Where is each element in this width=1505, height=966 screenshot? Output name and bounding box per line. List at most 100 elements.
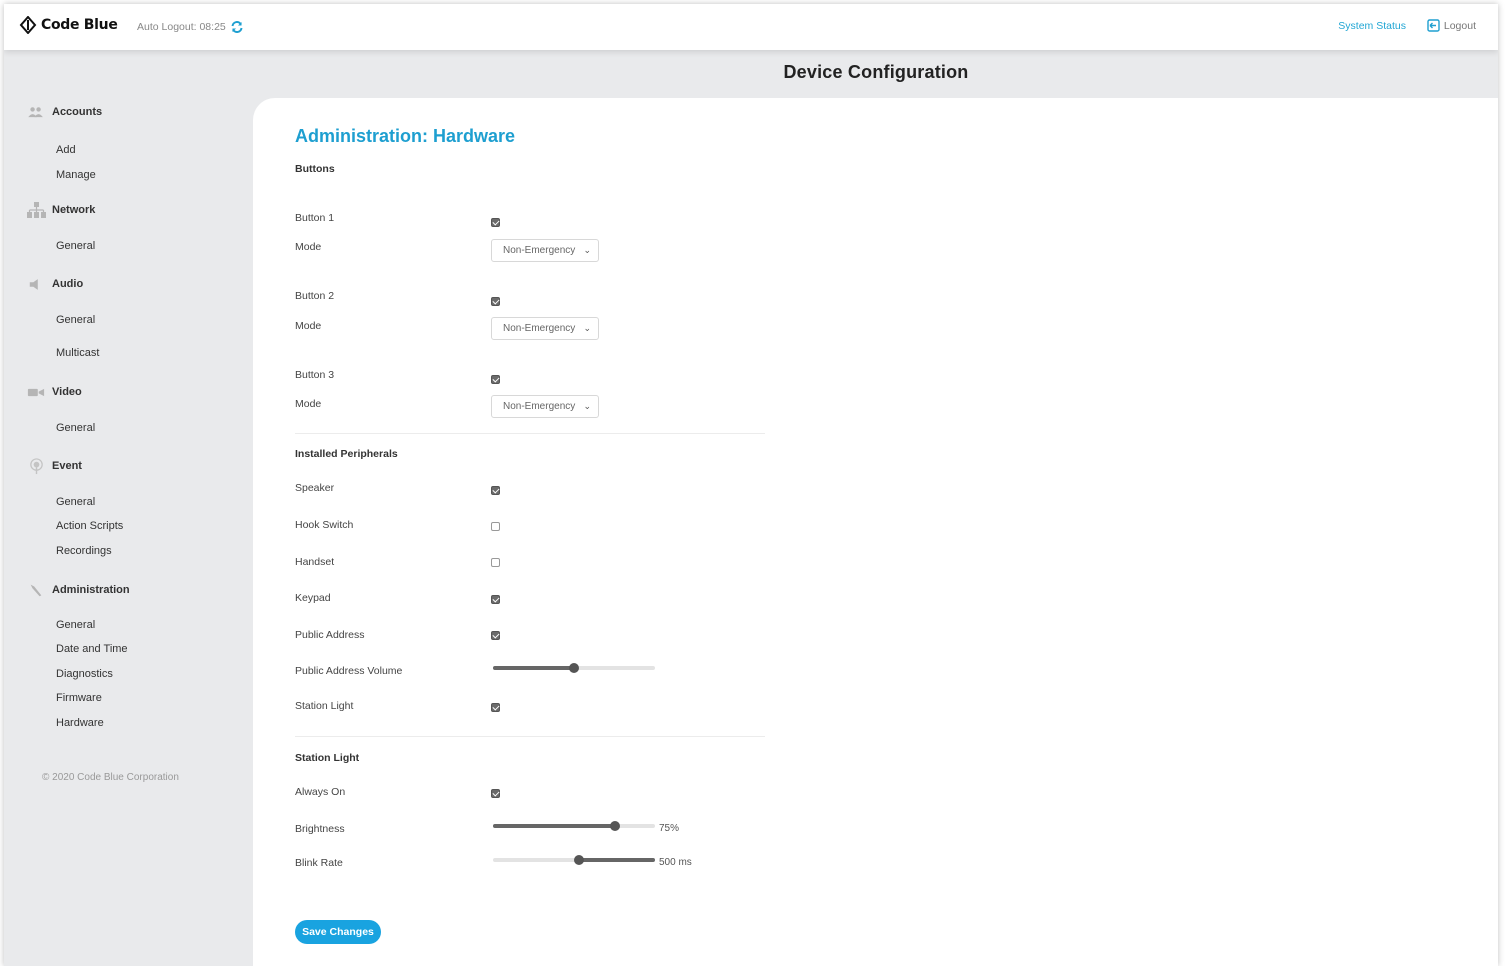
sidebar-section-label: Event <box>52 460 82 472</box>
brightness-label: Brightness <box>295 823 345 835</box>
sidebar-item-accounts-manage[interactable]: Manage <box>56 169 96 181</box>
blink-rate-label: Blink Rate <box>295 857 343 869</box>
button-3-checkbox[interactable] <box>491 375 500 384</box>
sidebar-item-admin-hardware[interactable]: Hardware <box>56 717 104 729</box>
sidebar-item-video-general[interactable]: General <box>56 422 95 434</box>
camera-icon <box>26 384 46 400</box>
button-3-mode-label: Mode <box>295 398 322 410</box>
always-on-checkbox[interactable] <box>491 789 500 798</box>
select-value: Non-Emergency <box>503 323 576 334</box>
sidebar-item-audio-multicast[interactable]: Multicast <box>56 347 99 359</box>
brightness-slider[interactable] <box>493 821 655 831</box>
button-3-label: Button 3 <box>295 369 335 381</box>
slider-thumb[interactable] <box>573 855 584 865</box>
button-1-mode-select[interactable]: Non-Emergency ⌄ <box>491 239 599 262</box>
sidebar-item-network-general[interactable]: General <box>56 240 95 252</box>
sidebar-section-label: Network <box>52 204 96 216</box>
always-on-label: Always On <box>295 786 346 798</box>
button-1-mode-label: Mode <box>295 241 322 253</box>
refresh-icon[interactable] <box>230 20 244 34</box>
station-light-group-title: Station Light <box>295 752 360 764</box>
divider <box>295 433 765 434</box>
sidebar-item-admin-general[interactable]: General <box>56 619 95 631</box>
blink-rate-slider[interactable] <box>493 855 655 865</box>
button-2-mode-select[interactable]: Non-Emergency ⌄ <box>491 317 599 340</box>
logout-label: Logout <box>1443 19 1476 32</box>
slider-thumb[interactable] <box>569 663 579 673</box>
sidebar-section-accounts[interactable]: Accounts <box>26 104 102 120</box>
top-bar: Code Blue Auto Logout: 08:25 System Stat… <box>4 4 1498 50</box>
select-value: Non-Emergency <box>503 401 576 412</box>
wrench-icon <box>26 582 46 598</box>
hook-switch-checkbox[interactable] <box>491 522 500 531</box>
chevron-down-icon: ⌄ <box>583 323 591 333</box>
divider <box>295 736 765 737</box>
network-icon <box>26 202 46 218</box>
sidebar-section-label: Video <box>52 386 82 398</box>
sidebar-item-admin-diagnostics[interactable]: Diagnostics <box>56 668 113 680</box>
event-icon <box>26 457 46 474</box>
copyright-text: © 2020 Code Blue Corporation <box>42 772 179 783</box>
station-light-label: Station Light <box>295 700 354 712</box>
public-address-checkbox[interactable] <box>491 631 500 640</box>
station-light-checkbox[interactable] <box>491 703 500 712</box>
handset-checkbox[interactable] <box>491 558 500 567</box>
sidebar-item-accounts-add[interactable]: Add <box>56 144 76 156</box>
slider-thumb[interactable] <box>609 821 620 831</box>
button-1-label: Button 1 <box>295 212 335 224</box>
brand-logo[interactable]: Code Blue <box>19 15 118 35</box>
sidebar-section-label: Audio <box>52 278 84 290</box>
auto-logout-text: Auto Logout: 08:25 <box>137 21 226 33</box>
sidebar-item-admin-date-time[interactable]: Date and Time <box>56 643 128 655</box>
speaker-icon <box>26 276 46 292</box>
sidebar-item-event-action-scripts[interactable]: Action Scripts <box>56 520 123 532</box>
button-2-mode-label: Mode <box>295 320 322 332</box>
button-1-checkbox[interactable] <box>491 218 500 227</box>
logout-button[interactable]: Logout <box>1427 19 1476 32</box>
pa-volume-slider[interactable] <box>493 663 655 673</box>
app-window: Code Blue Auto Logout: 08:25 System Stat… <box>4 4 1498 966</box>
users-icon <box>26 104 46 120</box>
sidebar-item-admin-firmware[interactable]: Firmware <box>56 692 102 704</box>
blink-rate-value: 500 ms <box>659 857 692 868</box>
sidebar-section-label: Administration <box>52 584 130 596</box>
sidebar-item-event-recordings[interactable]: Recordings <box>56 545 112 557</box>
sidebar-section-network[interactable]: Network <box>26 202 95 218</box>
sidebar-item-event-general[interactable]: General <box>56 496 95 508</box>
handset-label: Handset <box>295 556 335 568</box>
button-2-label: Button 2 <box>295 290 335 302</box>
slider-fill <box>578 858 655 862</box>
speaker-label: Speaker <box>295 482 335 494</box>
keypad-label: Keypad <box>295 592 331 604</box>
buttons-group-title: Buttons <box>295 163 335 175</box>
brand-name: Code Blue <box>41 17 118 33</box>
chevron-down-icon: ⌄ <box>583 401 591 411</box>
keypad-checkbox[interactable] <box>491 595 500 604</box>
peripherals-group-title: Installed Peripherals <box>295 448 398 460</box>
chevron-down-icon: ⌄ <box>583 245 591 255</box>
sidebar-section-event[interactable]: Event <box>26 457 82 474</box>
slider-fill <box>493 824 615 828</box>
system-status-link[interactable]: System Status <box>1338 20 1406 32</box>
pa-volume-label: Public Address Volume <box>295 665 403 677</box>
public-address-label: Public Address <box>295 629 365 641</box>
select-value: Non-Emergency <box>503 245 576 256</box>
auto-logout-timer: Auto Logout: 08:25 <box>137 20 244 34</box>
slider-fill <box>493 666 574 670</box>
button-3-mode-select[interactable]: Non-Emergency ⌄ <box>491 395 599 418</box>
page-title: Device Configuration <box>783 62 969 82</box>
content-panel: Administration: Hardware Buttons Button … <box>253 98 1498 966</box>
sidebar-section-video[interactable]: Video <box>26 384 82 400</box>
sidebar-section-audio[interactable]: Audio <box>26 276 83 292</box>
sidebar-item-audio-general[interactable]: General <box>56 314 95 326</box>
logout-icon <box>1427 19 1440 32</box>
section-title: Administration: Hardware <box>295 126 516 146</box>
sidebar-section-administration[interactable]: Administration <box>26 582 130 598</box>
button-2-checkbox[interactable] <box>491 297 500 306</box>
save-changes-button[interactable]: Save Changes <box>295 920 381 944</box>
sidebar-section-label: Accounts <box>52 106 103 118</box>
brightness-value: 75% <box>659 823 680 834</box>
code-blue-logo-icon <box>19 15 37 35</box>
speaker-checkbox[interactable] <box>491 486 500 495</box>
hook-switch-label: Hook Switch <box>295 519 354 531</box>
